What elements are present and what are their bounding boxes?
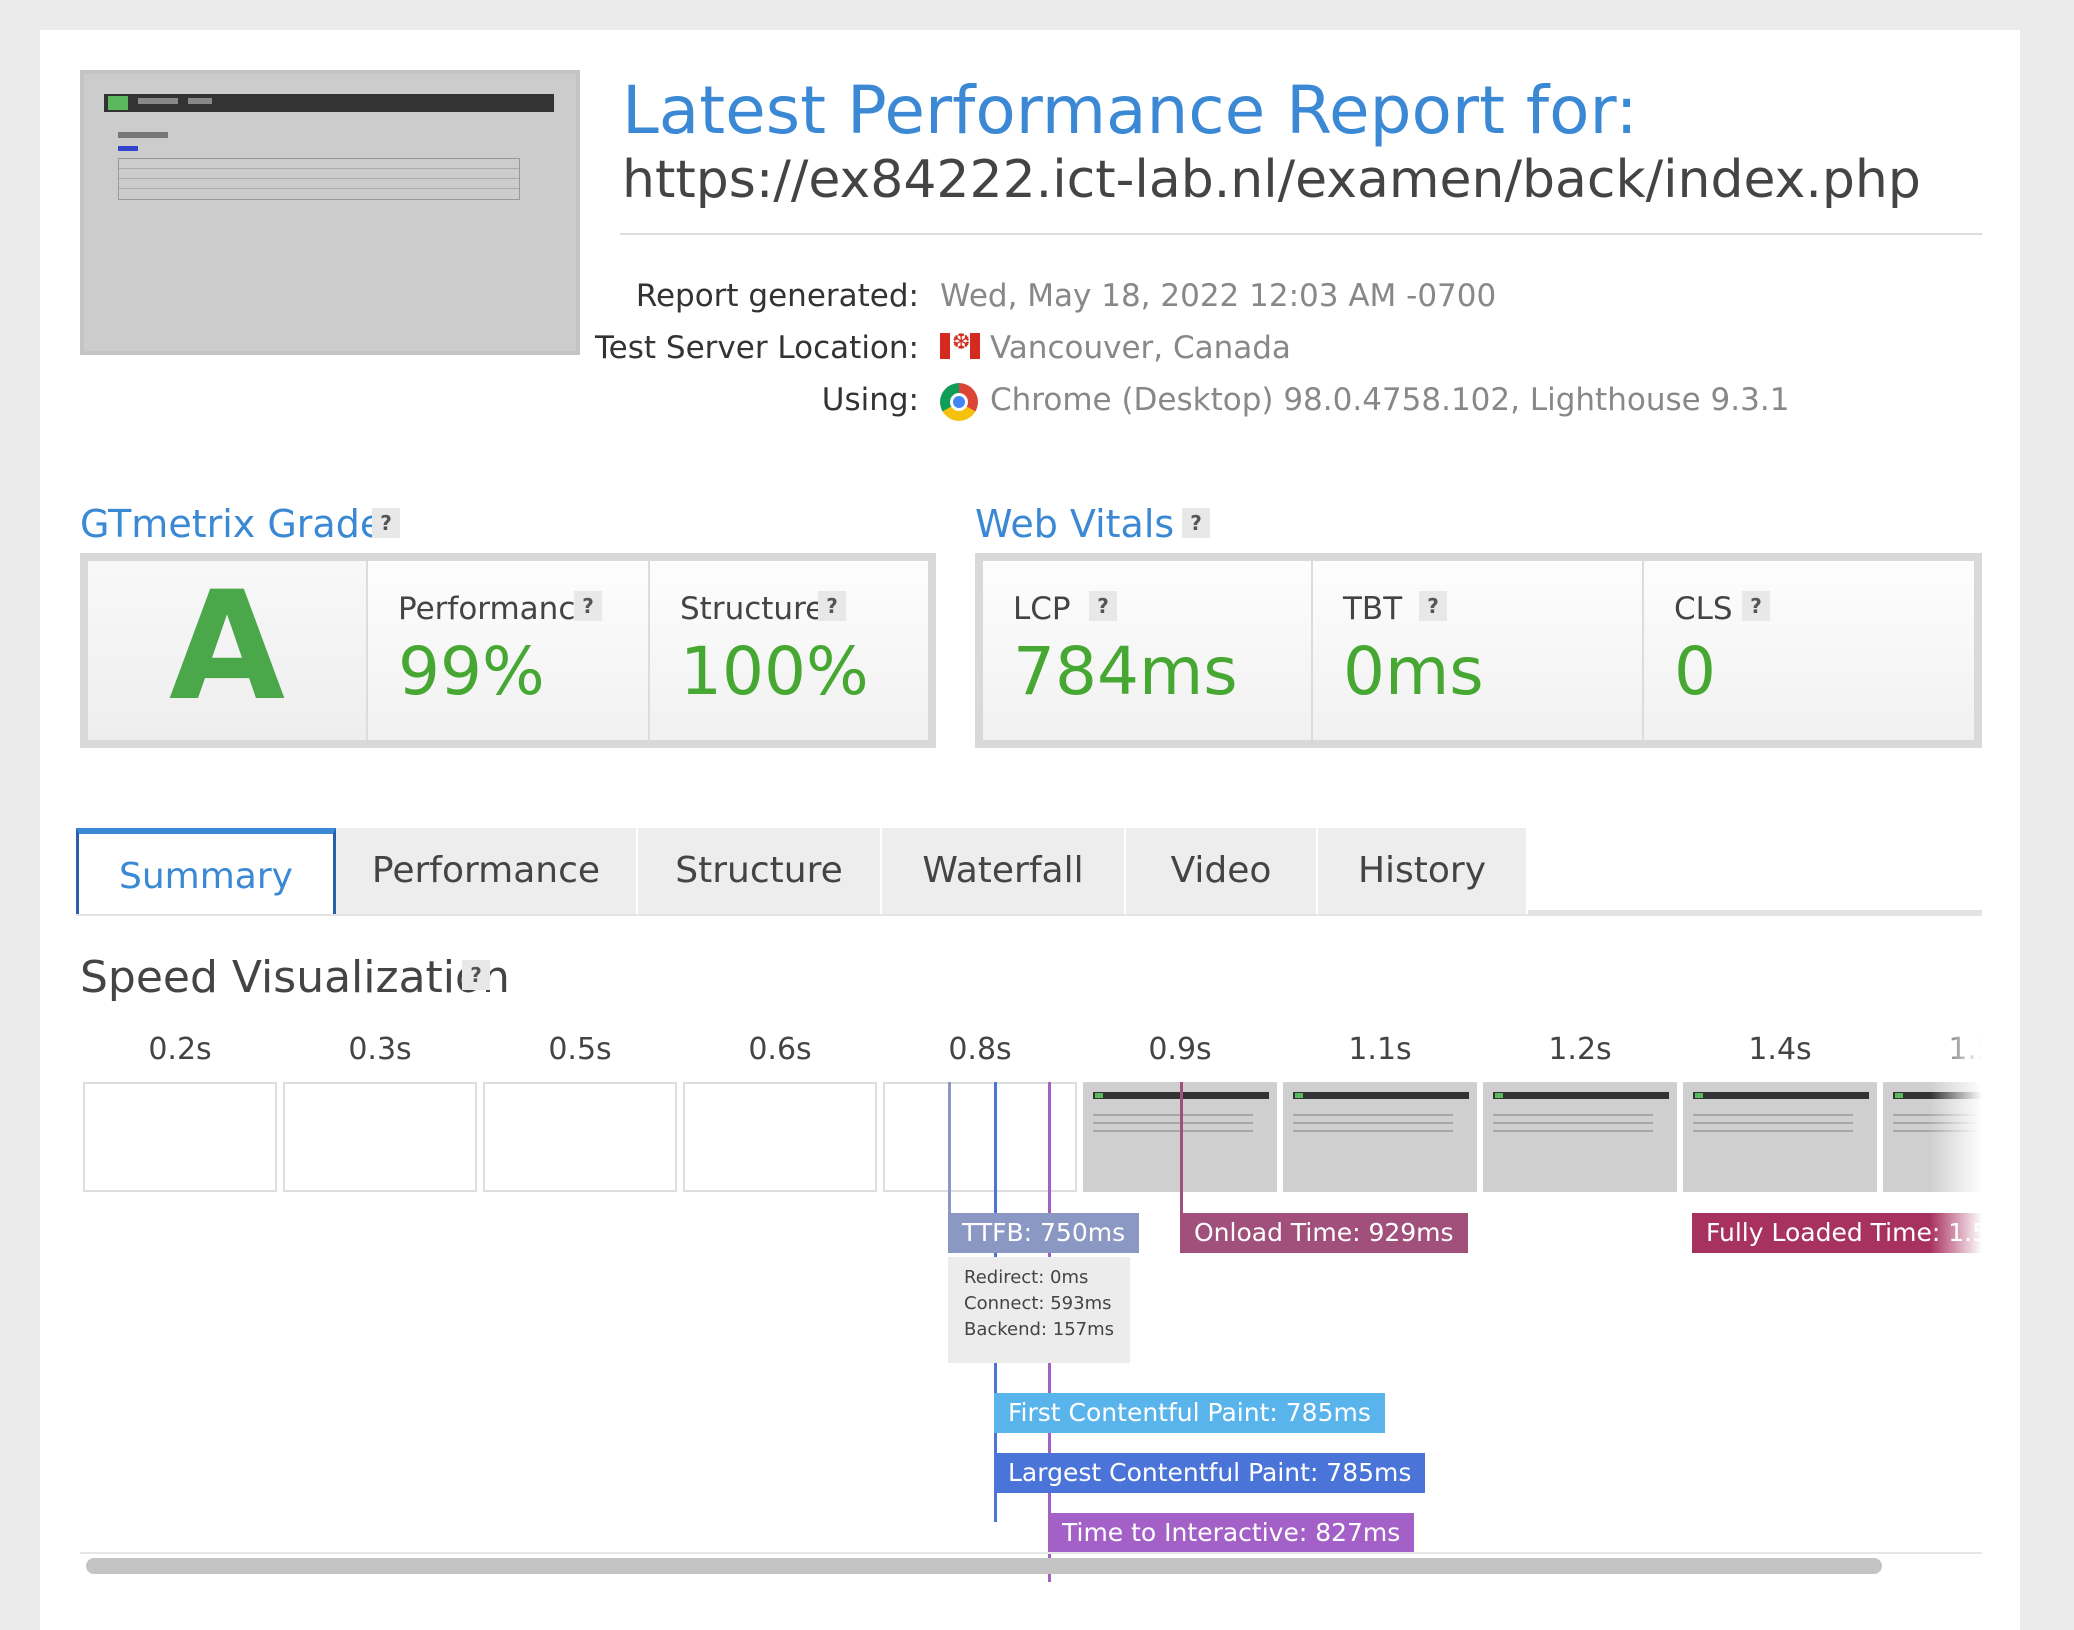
grade-letter: A — [88, 561, 366, 740]
timeline-scrollbar[interactable] — [86, 1558, 1882, 1574]
structure-help-icon[interactable]: ? — [818, 591, 846, 621]
ttfb-backend: Backend: 157ms — [964, 1319, 1115, 1340]
speed-visualization-timeline[interactable]: 0.2s 0.3s 0.5s 0.6s 0.8s 0.9s 1.1s 1.2s … — [80, 1030, 1982, 1590]
cls-label: CLS — [1674, 591, 1733, 627]
tbt-help-icon[interactable]: ? — [1419, 591, 1447, 621]
tbt-label: TBT — [1343, 591, 1403, 627]
structure-score-label: Structure — [680, 591, 825, 627]
page-title: Latest Performance Report for: — [622, 72, 1638, 149]
fcp-marker-label: First Contentful Paint: 785ms — [994, 1393, 1385, 1433]
lcp-marker-label: Largest Contentful Paint: 785ms — [994, 1453, 1426, 1493]
filmstrip-frame-loaded[interactable] — [1683, 1082, 1877, 1192]
gtmetrix-grade-help-icon[interactable]: ? — [372, 508, 400, 538]
ttfb-marker-line — [948, 1082, 951, 1217]
filmstrip-frame-blank[interactable] — [683, 1082, 877, 1192]
cls-help-icon[interactable]: ? — [1742, 591, 1770, 621]
gtmetrix-grade-title: GTmetrix Grade — [80, 502, 384, 546]
cls-cell: CLS ? 0 — [1644, 561, 1974, 740]
ttfb-connect: Connect: 593ms — [964, 1293, 1112, 1314]
timeline-tick: 0.5s — [548, 1032, 612, 1067]
server-location-label: Test Server Location: — [595, 330, 919, 366]
timeline-tick: 0.8s — [948, 1032, 1012, 1067]
timeline-tick: 0.6s — [748, 1032, 812, 1067]
filmstrip-frame-loaded[interactable] — [1283, 1082, 1477, 1192]
timeline-tick: 1.2s — [1548, 1032, 1612, 1067]
chrome-icon — [940, 383, 978, 421]
ttfb-breakdown: Redirect: 0ms Connect: 593ms Backend: 15… — [948, 1257, 1130, 1363]
lcp-help-icon[interactable]: ? — [1089, 591, 1117, 621]
timeline-tick: 1.1s — [1348, 1032, 1412, 1067]
timeline-tick: 1.4s — [1748, 1032, 1812, 1067]
performance-score-value: 99% — [398, 633, 545, 710]
ttfb-redirect: Redirect: 0ms — [964, 1267, 1089, 1288]
tab-summary[interactable]: Summary — [76, 828, 336, 914]
tab-history[interactable]: History — [1318, 828, 1528, 914]
gtmetrix-grade-panel: A Performance ? 99% Structure ? 100% — [80, 553, 936, 748]
timeline-tick: 0.3s — [348, 1032, 412, 1067]
tab-structure[interactable]: Structure — [638, 828, 882, 914]
report-generated-value: Wed, May 18, 2022 12:03 AM -0700 — [940, 278, 1497, 314]
performance-score-label: Performance — [398, 591, 595, 627]
speed-visualization-help-icon[interactable]: ? — [462, 960, 490, 990]
lcp-label: LCP — [1013, 591, 1071, 627]
tab-waterfall[interactable]: Waterfall — [882, 828, 1126, 914]
tti-marker-label: Time to Interactive: 827ms — [1048, 1513, 1415, 1553]
web-vitals-panel: LCP ? 784ms TBT ? 0ms CLS ? 0 — [975, 553, 1982, 748]
ttfb-marker-label: TTFB: 750ms — [948, 1213, 1140, 1253]
page-screenshot-thumbnail[interactable] — [80, 70, 580, 355]
report-url[interactable]: https://ex84222.ict-lab.nl/examen/back/i… — [622, 150, 1921, 210]
filmstrip-frame-blank[interactable] — [283, 1082, 477, 1192]
tab-performance[interactable]: Performance — [336, 828, 638, 914]
performance-score-cell: Performance ? 99% — [368, 561, 650, 740]
tbt-value: 0ms — [1343, 633, 1484, 710]
filmstrip-frame-blank[interactable] — [83, 1082, 277, 1192]
lcp-value: 784ms — [1013, 633, 1238, 710]
canada-flag-icon: ❆ — [940, 330, 980, 359]
filmstrip-frame-loaded[interactable] — [1483, 1082, 1677, 1192]
grade-cell: A — [88, 561, 368, 740]
structure-score-value: 100% — [680, 633, 869, 710]
web-vitals-title: Web Vitals — [975, 502, 1175, 546]
browser-value: Chrome (Desktop) 98.0.4758.102, Lighthou… — [990, 382, 1790, 418]
timeline-tick: 0.9s — [1148, 1032, 1212, 1067]
timeline-overflow-fade — [1930, 1030, 1982, 1270]
timeline-tick: 0.2s — [148, 1032, 212, 1067]
tbt-cell: TBT ? 0ms — [1313, 561, 1644, 740]
web-vitals-help-icon[interactable]: ? — [1182, 508, 1210, 538]
divider — [620, 233, 1982, 235]
onload-marker-line — [1180, 1082, 1183, 1217]
tab-video[interactable]: Video — [1126, 828, 1318, 914]
filmstrip-frame-blank[interactable] — [483, 1082, 677, 1192]
server-location-value: Vancouver, Canada — [990, 330, 1291, 366]
report-generated-label: Report generated: — [635, 278, 919, 314]
using-label: Using: — [821, 382, 919, 418]
cls-value: 0 — [1674, 633, 1716, 710]
structure-score-cell: Structure ? 100% — [650, 561, 928, 740]
speed-visualization-title: Speed Visualization — [80, 952, 510, 1003]
onload-marker-label: Onload Time: 929ms — [1180, 1213, 1468, 1253]
timeline-scroll-track — [80, 1552, 1982, 1554]
performance-help-icon[interactable]: ? — [574, 591, 602, 621]
lcp-cell: LCP ? 784ms — [983, 561, 1313, 740]
